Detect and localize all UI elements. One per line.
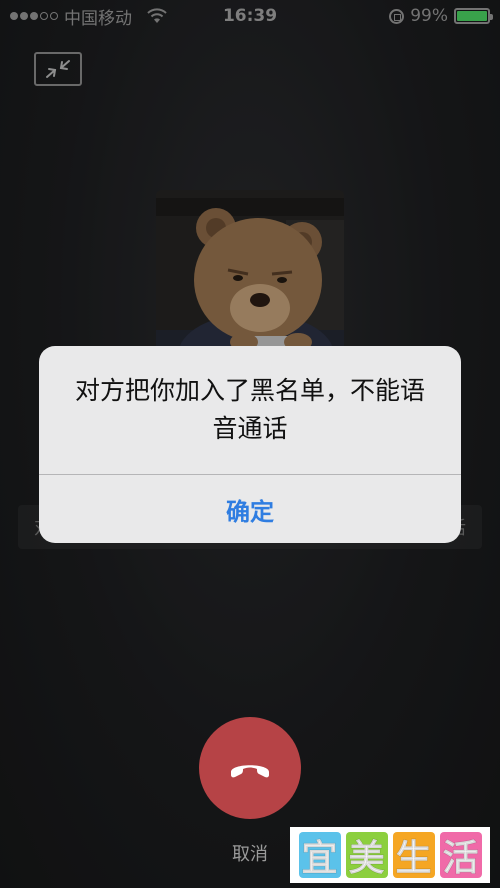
watermark-char: 宜 <box>298 832 341 880</box>
phone-hangup-icon <box>231 765 269 778</box>
confirm-button[interactable]: 确定 <box>39 475 461 543</box>
hangup-button[interactable] <box>199 717 301 819</box>
watermark-char: 活 <box>439 832 482 880</box>
watermark-char: 生 <box>392 832 435 880</box>
cancel-label: 取消 <box>232 844 268 865</box>
alert-message: 对方把你加入了黑名单，不能语音通话 <box>74 376 425 443</box>
blacklist-alert-dialog: 对方把你加入了黑名单，不能语音通话 确定 <box>39 346 461 543</box>
watermark-logo: 宜 美 生 活 <box>290 827 490 883</box>
watermark-char: 美 <box>345 832 388 880</box>
